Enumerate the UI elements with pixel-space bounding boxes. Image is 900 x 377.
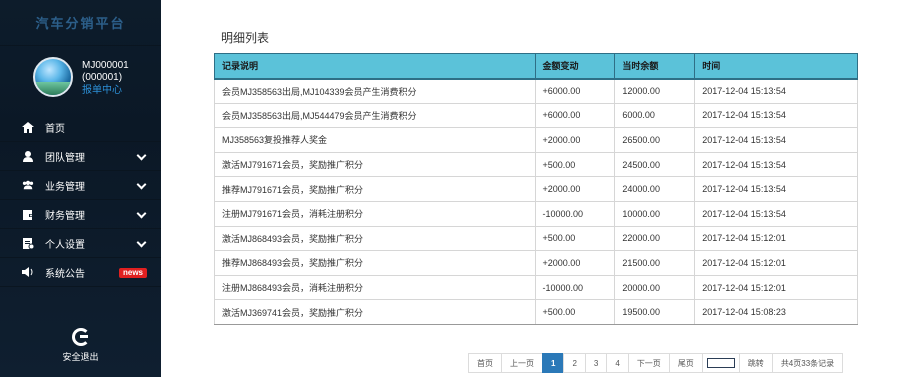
page-title: 明细列表 — [221, 31, 270, 45]
cell-amount-change: +6000.00 — [534, 102, 616, 129]
speaker-icon — [22, 266, 34, 278]
cell-amount-change: +500.00 — [534, 225, 616, 252]
logout-label: 安全退出 — [62, 352, 99, 362]
sidebar-item-home[interactable]: 首页 — [0, 113, 161, 142]
user-code: (000001) — [82, 72, 123, 83]
cell-amount-change: -10000.00 — [534, 200, 616, 227]
table-row: 推荐MJ791671会员，奖励推广积分 +2000.00 24000.00 20… — [214, 176, 858, 202]
news-badge: news — [118, 268, 147, 278]
cell-description: 会员MJ358563出局,MJ544479会员产生消费积分 — [214, 102, 536, 129]
cell-time: 2017-12-04 15:13:54 — [694, 102, 858, 129]
pager-next[interactable]: 下一页 — [627, 353, 670, 373]
pager-prev[interactable]: 上一页 — [501, 353, 543, 373]
sidebar: 汽车分销平台 MJ000001 (000001) 报单中心 首页 团队管理 业务… — [0, 0, 161, 377]
cell-time: 2017-12-04 15:08:23 — [694, 299, 858, 325]
cell-description: 推荐MJ791671会员，奖励推广积分 — [214, 176, 536, 202]
brand-title: 汽车分销平台 — [0, 0, 161, 46]
table-header-row: 记录说明 金额变动 当时余额 时间 — [214, 53, 858, 80]
logout-icon — [71, 328, 90, 346]
cell-amount-change: +6000.00 — [534, 78, 616, 104]
pager-info: 共4页33条记录 — [771, 353, 844, 373]
cell-description: 推荐MJ868493会员，奖励推广积分 — [214, 250, 536, 276]
pager-first[interactable]: 首页 — [468, 353, 502, 373]
cell-balance: 6000.00 — [614, 102, 696, 129]
cell-amount-change: +2000.00 — [534, 127, 616, 153]
cell-time: 2017-12-04 15:12:01 — [694, 274, 858, 301]
wallet-icon — [22, 208, 34, 220]
table-row: 会员MJ358563出局,MJ544479会员产生消费积分 +6000.00 6… — [214, 102, 858, 129]
settings-icon — [22, 237, 34, 249]
cell-time: 2017-12-04 15:12:01 — [694, 250, 858, 276]
pager-page-4[interactable]: 4 — [606, 353, 629, 373]
sidebar-item-settings[interactable]: 个人设置 — [0, 229, 161, 258]
cell-amount-change: +2000.00 — [534, 250, 616, 276]
cell-balance: 21500.00 — [614, 250, 696, 276]
sidebar-item-team[interactable]: 团队管理 — [0, 142, 161, 171]
cell-description: MJ358563复投推荐人奖金 — [214, 127, 536, 153]
cell-description: 激活MJ868493会员，奖励推广积分 — [214, 225, 536, 252]
table-row: 注册MJ791671会员，消耗注册积分 -10000.00 10000.00 2… — [214, 200, 858, 227]
cell-time: 2017-12-04 15:13:54 — [694, 78, 858, 104]
cell-balance: 26500.00 — [614, 127, 696, 153]
column-header-description: 记录说明 — [214, 53, 536, 80]
table-row: 激活MJ791671会员，奖励推广积分 +500.00 24500.00 201… — [214, 151, 858, 178]
pager-jump-button[interactable]: 跳转 — [738, 353, 773, 373]
cell-balance: 10000.00 — [614, 200, 696, 227]
pager-page-3[interactable]: 3 — [584, 353, 608, 373]
pager-page-2[interactable]: 2 — [563, 353, 586, 373]
cell-balance: 24500.00 — [614, 151, 696, 178]
cell-description: 激活MJ369741会员，奖励推广积分 — [214, 299, 536, 325]
detail-table: 记录说明 金额变动 当时余额 时间 会员MJ358563出局,MJ104339会… — [214, 53, 858, 325]
cell-time: 2017-12-04 15:12:01 — [694, 225, 858, 252]
table-row: 激活MJ868493会员，奖励推广积分 +500.00 22000.00 201… — [214, 225, 858, 252]
table-row: 激活MJ369741会员，奖励推广积分 +500.00 19500.00 201… — [214, 299, 858, 325]
cell-time: 2017-12-04 15:13:54 — [694, 200, 858, 227]
table-row: MJ358563复投推荐人奖金 +2000.00 26500.00 2017-1… — [214, 127, 858, 153]
cell-description: 注册MJ791671会员，消耗注册积分 — [214, 200, 536, 227]
column-header-amount-change: 金额变动 — [534, 53, 616, 80]
center-link[interactable]: 报单中心 — [82, 85, 122, 97]
cell-description: 注册MJ868493会员，消耗注册积分 — [214, 274, 536, 301]
pagination: 首页 上一页 1 2 3 4 下一页 尾页 跳转 共4页33条记录 — [468, 353, 844, 373]
user-icon — [22, 150, 34, 162]
cell-description: 激活MJ791671会员，奖励推广积分 — [214, 151, 536, 178]
user-id: MJ000001 — [82, 60, 129, 71]
cell-balance: 12000.00 — [614, 78, 696, 104]
cell-description: 会员MJ358563出局,MJ104339会员产生消费积分 — [214, 78, 536, 104]
table-row: 推荐MJ868493会员，奖励推广积分 +2000.00 21500.00 20… — [214, 250, 858, 276]
user-profile: MJ000001 (000001) 报单中心 — [0, 54, 161, 116]
column-header-time: 时间 — [694, 53, 858, 80]
cell-balance: 22000.00 — [614, 225, 696, 252]
cell-amount-change: +2000.00 — [534, 176, 616, 202]
cell-time: 2017-12-04 15:13:54 — [694, 176, 858, 202]
cell-amount-change: +500.00 — [534, 151, 616, 178]
sidebar-menu: 首页 团队管理 业务管理 财务管理 个人设置 系统公告 news — [0, 113, 161, 287]
avatar — [33, 57, 73, 97]
sidebar-item-business[interactable]: 业务管理 — [0, 171, 161, 200]
page-jump-field[interactable] — [701, 353, 740, 373]
pager-last[interactable]: 尾页 — [668, 353, 703, 373]
table-row: 注册MJ868493会员，消耗注册积分 -10000.00 20000.00 2… — [214, 274, 858, 301]
sidebar-item-announcements[interactable]: 系统公告 news — [0, 258, 161, 287]
cell-time: 2017-12-04 15:13:54 — [694, 127, 858, 153]
cell-amount-change: +500.00 — [534, 299, 616, 325]
cell-balance: 20000.00 — [614, 274, 696, 301]
pager-page-1[interactable]: 1 — [542, 353, 565, 373]
cell-time: 2017-12-04 15:13:54 — [694, 151, 858, 178]
app-window: 汽车分销平台 MJ000001 (000001) 报单中心 首页 团队管理 业务… — [0, 0, 900, 377]
column-header-balance: 当时余额 — [614, 53, 696, 80]
logout-button[interactable]: 安全退出 — [0, 328, 161, 363]
cell-amount-change: -10000.00 — [534, 274, 616, 301]
cell-balance: 24000.00 — [614, 176, 696, 202]
home-icon — [22, 121, 34, 133]
main-content: 明细列表 记录说明 金额变动 当时余额 时间 会员MJ358563出局,MJ10… — [161, 0, 900, 377]
sidebar-item-finance[interactable]: 财务管理 — [0, 200, 161, 229]
table-row: 会员MJ358563出局,MJ104339会员产生消费积分 +6000.00 1… — [214, 78, 858, 104]
users-icon — [22, 179, 34, 191]
cell-balance: 19500.00 — [614, 299, 696, 325]
page-jump-input[interactable] — [706, 358, 735, 368]
sidebar-item-label: 首页 — [45, 123, 65, 135]
